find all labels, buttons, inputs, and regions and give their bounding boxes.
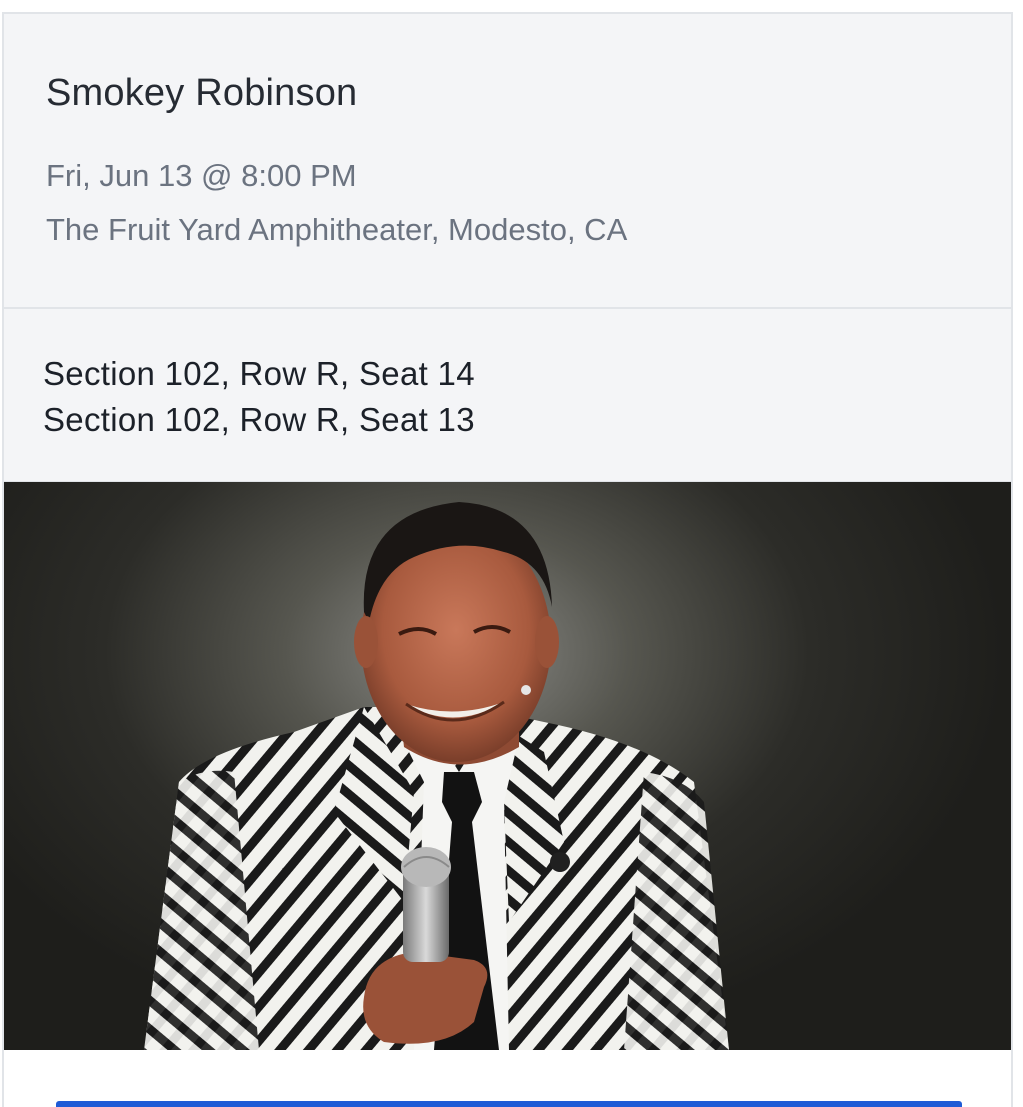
seat-item: Section 102, Row R, Seat 13 xyxy=(43,401,475,438)
ticket-card: Smokey Robinson Fri, Jun 13 @ 8:00 PM Th… xyxy=(2,12,1013,1107)
event-title: Smokey Robinson xyxy=(46,72,358,114)
event-info-section: Smokey Robinson Fri, Jun 13 @ 8:00 PM Th… xyxy=(4,14,1011,309)
seat-item: Section 102, Row R, Seat 14 xyxy=(43,355,475,392)
performer-photo xyxy=(4,482,1011,1050)
ticket-footer xyxy=(4,1050,1011,1107)
ticket-page: Smokey Robinson Fri, Jun 13 @ 8:00 PM Th… xyxy=(0,0,1023,1107)
event-venue: The Fruit Yard Amphitheater, Modesto, CA xyxy=(46,212,628,247)
performer-illustration xyxy=(144,502,729,1050)
event-datetime: Fri, Jun 13 @ 8:00 PM xyxy=(46,158,357,193)
seat-list: Section 102, Row R, Seat 14 Section 102,… xyxy=(4,309,1011,482)
primary-action-button[interactable] xyxy=(56,1101,962,1107)
